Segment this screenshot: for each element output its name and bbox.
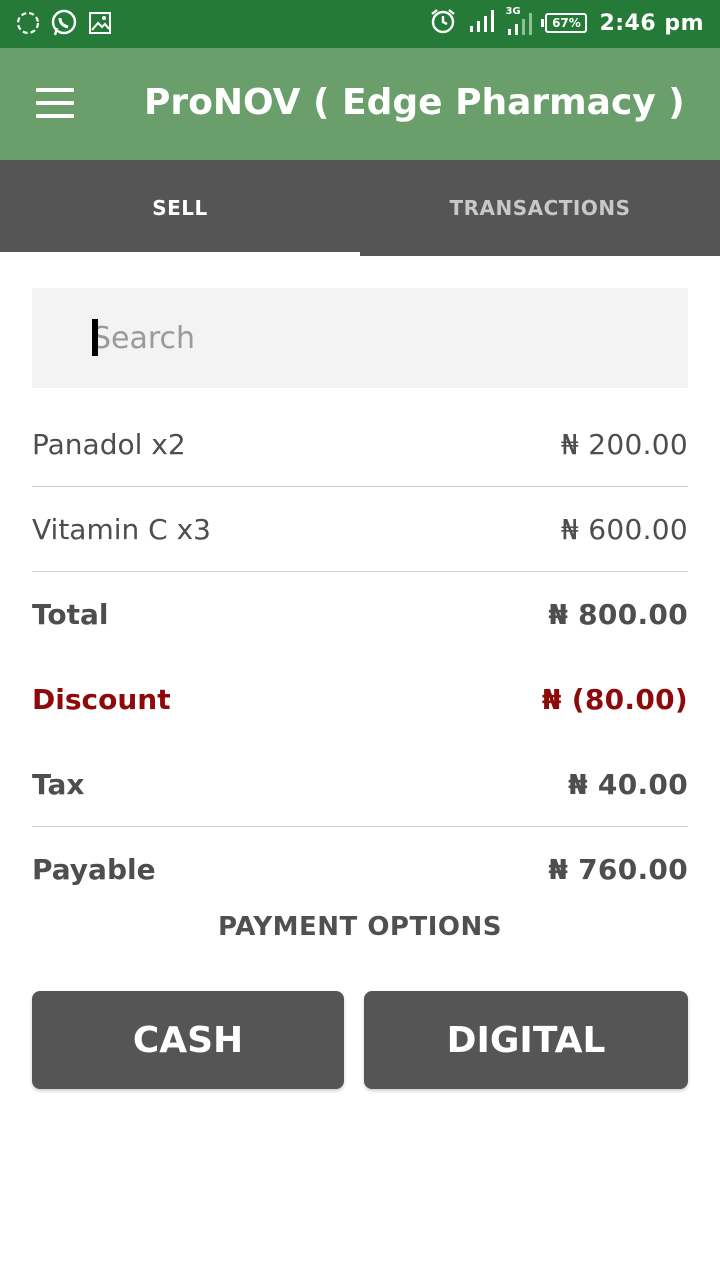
status-bar: 3G 67% 2:46 pm: [0, 0, 720, 48]
list-item[interactable]: Vitamin C x3 ₦ 600.00: [32, 487, 688, 572]
digital-button[interactable]: DIGITAL: [364, 991, 688, 1089]
search-box[interactable]: [32, 288, 688, 388]
text-cursor: [92, 319, 98, 356]
item-amount: ₦ 200.00: [560, 427, 688, 461]
app-bar: ProNOV ( Edge Pharmacy ): [0, 48, 720, 160]
payable-amount: ₦ 760.00: [548, 853, 688, 886]
item-name: Panadol x2: [32, 427, 186, 461]
menu-icon[interactable]: [36, 88, 76, 120]
status-right: 3G 67% 2:46 pm: [429, 6, 704, 39]
app-title: ProNOV ( Edge Pharmacy ): [144, 82, 685, 123]
sync-icon: [14, 8, 42, 38]
total-label: Total: [32, 598, 109, 631]
payment-options-heading: PAYMENT OPTIONS: [218, 912, 502, 942]
cash-button[interactable]: CASH: [32, 991, 344, 1089]
payable-label: Payable: [32, 853, 156, 886]
discount-row: Discount ₦ (80.00): [32, 657, 688, 742]
alarm-icon: [429, 7, 457, 39]
tab-transactions[interactable]: TRANSACTIONS: [360, 160, 720, 256]
status-left-icons: [14, 8, 114, 38]
menu-line: [36, 114, 74, 118]
total-amount: ₦ 800.00: [548, 598, 688, 631]
signal-icon: [469, 9, 495, 37]
signal-3g-icon: 3G: [505, 6, 533, 36]
clock: 2:46 pm: [599, 10, 704, 36]
discount-label: Discount: [32, 683, 171, 716]
whatsapp-icon: [50, 8, 78, 38]
image-icon: [86, 8, 114, 38]
tax-amount: ₦ 40.00: [568, 767, 688, 801]
tax-row: Tax ₦ 40.00: [32, 742, 688, 827]
tab-bar: SELL TRANSACTIONS: [0, 160, 720, 256]
discount-amount: ₦ (80.00): [541, 683, 688, 716]
tab-sell[interactable]: SELL: [0, 160, 360, 256]
tax-label: Tax: [32, 767, 85, 801]
item-amount: ₦ 600.00: [560, 512, 688, 546]
payable-row: Payable ₦ 760.00: [32, 827, 688, 912]
menu-line: [36, 88, 74, 92]
total-row: Total ₦ 800.00: [32, 572, 688, 657]
list-item[interactable]: Panadol x2 ₦ 200.00: [32, 402, 688, 487]
menu-line: [36, 101, 74, 105]
battery-indicator: 67%: [541, 13, 588, 33]
item-name: Vitamin C x3: [32, 512, 211, 546]
search-input[interactable]: [92, 318, 652, 358]
